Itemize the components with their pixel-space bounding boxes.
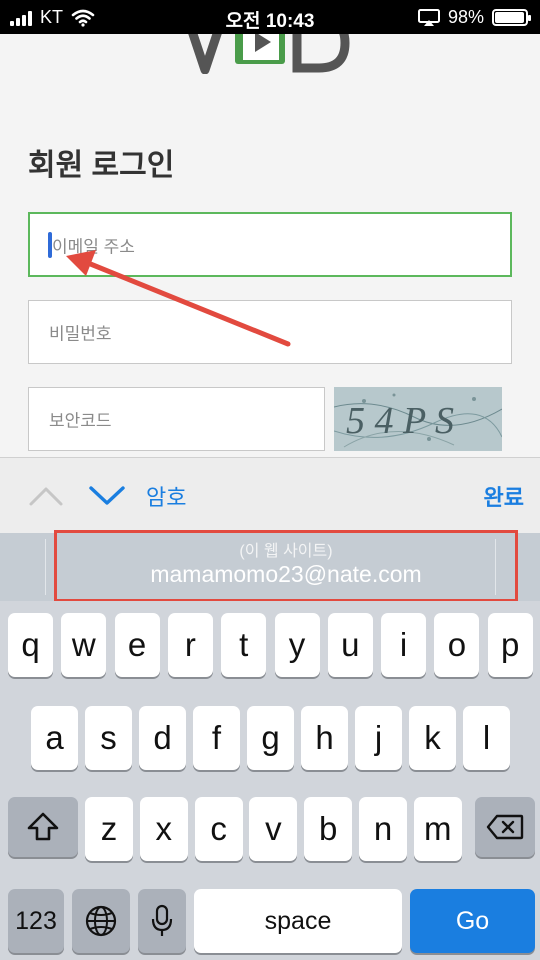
email-input[interactable]: 이메일 주소 [28, 212, 512, 277]
security-code-placeholder: 보안코드 [49, 411, 112, 431]
previous-field-button[interactable] [28, 480, 64, 510]
key-k[interactable]: k [409, 706, 456, 770]
key-d[interactable]: d [139, 706, 186, 770]
key-j[interactable]: j [355, 706, 402, 770]
key-f[interactable]: f [193, 706, 240, 770]
keyboard: qwertyuiop asdfghjkl zxcvbnm 123 space G… [0, 601, 540, 960]
key-m[interactable]: m [413, 797, 462, 861]
password-placeholder: 비밀번호 [49, 324, 112, 344]
battery-icon [492, 9, 531, 26]
space-key[interactable]: space [194, 889, 402, 953]
key-e[interactable]: e [114, 613, 160, 677]
key-r[interactable]: r [167, 613, 213, 677]
email-placeholder: 이메일 주소 [52, 237, 135, 256]
microphone-icon [151, 904, 173, 936]
key-o[interactable]: o [434, 613, 480, 677]
key-z[interactable]: z [85, 797, 133, 861]
suggestion-divider [45, 539, 46, 595]
security-code-input[interactable]: 보안코드 [28, 387, 325, 451]
shift-icon [27, 812, 59, 841]
airplay-icon [417, 8, 440, 26]
next-field-button[interactable] [88, 480, 126, 510]
keyboard-accessory-bar: 암호 완료 [0, 457, 540, 533]
page-title: 회원 로그인 [28, 149, 175, 182]
key-c[interactable]: c [194, 797, 243, 861]
battery-percent: 98% [447, 7, 484, 27]
webpage: 회원 로그인 이메일 주소 비밀번호 보안코드 5 4 P S [0, 34, 540, 457]
suggestion-source: (이 웹 사이트) [239, 543, 333, 560]
status-right: 98% [417, 7, 531, 28]
key-t[interactable]: t [221, 613, 267, 677]
key-i[interactable]: i [381, 613, 427, 677]
go-key[interactable]: Go [410, 889, 535, 953]
key-b[interactable]: b [304, 797, 353, 861]
email-suggestion[interactable]: (이 웹 사이트) mamamomo23@nate.com [54, 530, 518, 602]
key-x[interactable]: x [139, 797, 188, 861]
key-v[interactable]: v [249, 797, 298, 861]
numbers-key[interactable]: 123 [8, 889, 64, 953]
key-u[interactable]: u [327, 613, 373, 677]
backspace-icon [486, 814, 524, 840]
globe-icon [85, 905, 117, 937]
status-bar: KT 오전 10:43 98% [0, 0, 540, 34]
key-s[interactable]: s [85, 706, 132, 770]
delete-key[interactable] [475, 797, 535, 857]
key-h[interactable]: h [301, 706, 348, 770]
key-g[interactable]: g [247, 706, 294, 770]
captcha-text: 5 4 P S [346, 400, 454, 442]
key-q[interactable]: q [8, 613, 53, 677]
key-w[interactable]: w [61, 613, 107, 677]
quicktype-bar: (이 웹 사이트) mamamomo23@nate.com [0, 530, 540, 602]
captcha-image: 5 4 P S [334, 387, 502, 451]
shift-key[interactable] [8, 797, 78, 857]
battery-fill [495, 12, 525, 23]
suggestion-email: mamamomo23@nate.com [150, 561, 422, 587]
done-button[interactable]: 완료 [484, 480, 524, 512]
dictation-key[interactable] [138, 889, 186, 953]
password-input[interactable]: 비밀번호 [28, 300, 512, 364]
key-n[interactable]: n [359, 797, 407, 861]
passwords-button[interactable]: 암호 [146, 480, 186, 512]
key-a[interactable]: a [31, 706, 78, 770]
globe-key[interactable] [72, 889, 130, 953]
site-logo [188, 34, 350, 74]
key-y[interactable]: y [274, 613, 320, 677]
key-l[interactable]: l [463, 706, 510, 770]
key-p[interactable]: p [487, 613, 533, 677]
